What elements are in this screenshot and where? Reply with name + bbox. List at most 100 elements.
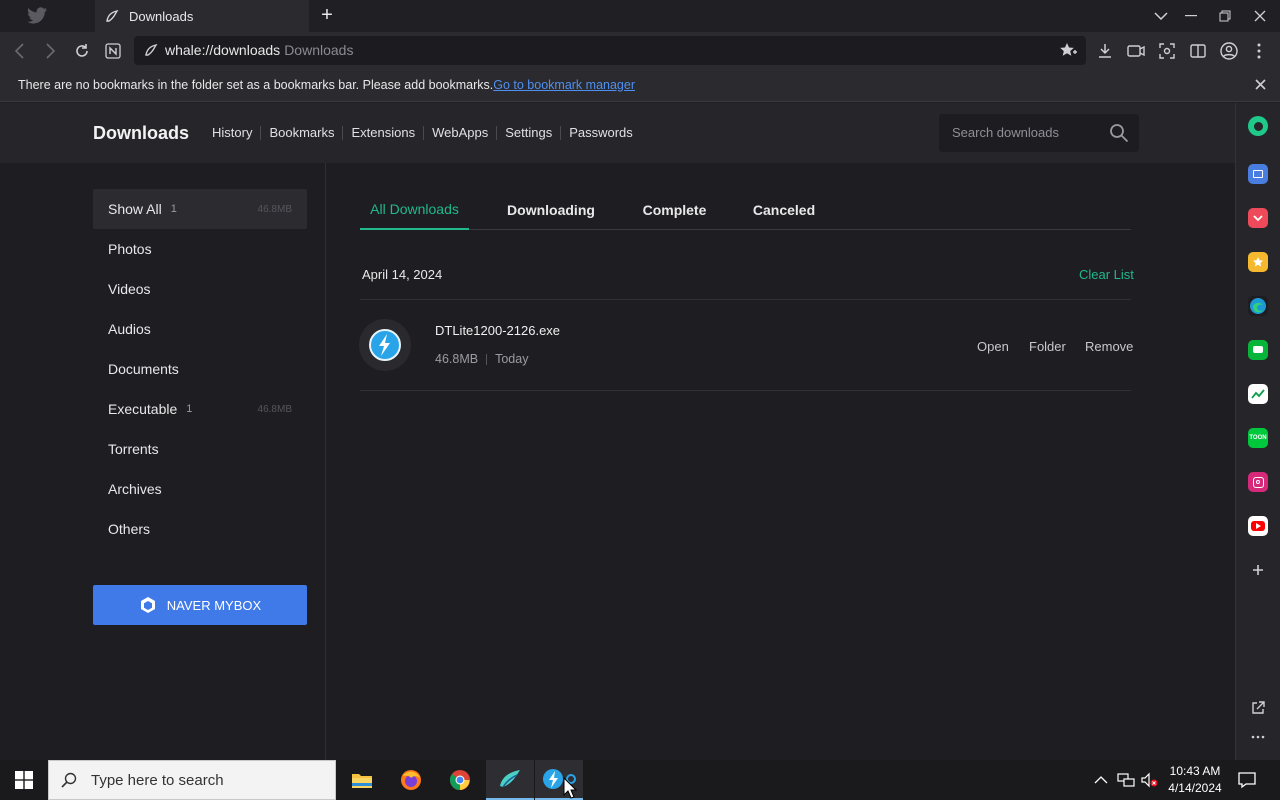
sidebar-item-label: Show All [108, 201, 162, 217]
pocket-app-icon[interactable] [1248, 208, 1268, 228]
tab-all-downloads[interactable]: All Downloads [360, 189, 469, 230]
sidebar-item-executable[interactable]: Executable 1 46.8MB [93, 389, 307, 429]
split-view-icon[interactable] [1187, 40, 1209, 62]
external-link-icon[interactable] [1248, 698, 1268, 718]
bookmark-star-icon[interactable] [1060, 42, 1078, 63]
taskbar-search-placeholder: Type here to search [91, 771, 224, 789]
tab-canceled[interactable]: Canceled [716, 189, 852, 230]
right-sidebar: TOON [1235, 103, 1280, 760]
webtoon-app-icon[interactable]: TOON [1248, 428, 1268, 448]
page-title: Downloads [93, 123, 190, 143]
taskbar-search-input[interactable]: Type here to search [48, 760, 336, 800]
sidebar-item-label: Audios [108, 321, 151, 337]
back-button[interactable] [8, 40, 30, 62]
bookmark-manager-link[interactable]: Go to bookmark manager [493, 78, 635, 92]
profile-icon[interactable] [1218, 40, 1240, 62]
nav-passwords[interactable]: Passwords [561, 126, 641, 140]
star-app-icon[interactable] [1248, 252, 1268, 272]
tab-complete[interactable]: Complete [633, 189, 716, 230]
daemon-tools-icon[interactable] [359, 319, 411, 371]
tab-twitter[interactable] [0, 0, 94, 32]
tab-list-chevron-icon[interactable] [1144, 0, 1178, 32]
start-button[interactable] [0, 760, 48, 800]
search-input[interactable]: Search downloads [939, 114, 1139, 152]
downloads-page: Downloads History Bookmarks Extensions W… [0, 103, 1235, 760]
sidebar-item-count: 1 [186, 403, 193, 415]
nav-webapps[interactable]: WebApps [424, 126, 498, 140]
sidebar-item-documents[interactable]: Documents [93, 349, 307, 389]
nav-settings[interactable]: Settings [497, 126, 562, 140]
sidebar-item-photos[interactable]: Photos [93, 229, 307, 269]
restore-button[interactable] [1208, 0, 1242, 32]
bookmarks-message: There are no bookmarks in the folder set… [18, 78, 635, 92]
forward-button[interactable] [40, 40, 62, 62]
windows-logo-icon [15, 771, 33, 789]
sidebar-item-label: Executable [108, 401, 178, 417]
divider [360, 390, 1131, 391]
instagram-app-icon[interactable] [1248, 472, 1268, 492]
naver-mybox-button[interactable]: NAVER MYBOX [93, 585, 307, 625]
firefox-icon[interactable] [387, 760, 435, 800]
chart-app-icon[interactable] [1248, 384, 1268, 404]
sidebar-item-others[interactable]: Others [93, 509, 307, 549]
sidebar-item-label: Documents [108, 361, 179, 377]
open-button[interactable]: Open [977, 339, 1009, 354]
file-explorer-icon[interactable] [338, 760, 386, 800]
youtube-app-icon[interactable] [1248, 516, 1268, 536]
top-nav: History Bookmarks Extensions WebApps Set… [212, 126, 641, 140]
nav-history[interactable]: History [212, 126, 262, 140]
page-header: Downloads History Bookmarks Extensions W… [0, 103, 1235, 163]
nav-extensions[interactable]: Extensions [343, 126, 425, 140]
network-icon[interactable] [1117, 760, 1135, 800]
screen-capture-icon[interactable] [1156, 40, 1178, 62]
more-horizontal-icon[interactable] [1248, 727, 1268, 747]
downloads-icon[interactable] [1094, 40, 1116, 62]
sidebar-item-audios[interactable]: Audios [93, 309, 307, 349]
download-file-name[interactable]: DTLite1200-2126.exe [435, 323, 560, 338]
sidebar-item-count: 1 [170, 203, 177, 215]
search-icon[interactable] [1109, 123, 1129, 148]
system-clock[interactable]: 10:43 AM 4/14/2024 [1160, 763, 1230, 797]
clear-list-button[interactable]: Clear List [1079, 267, 1134, 282]
whale-icon[interactable] [486, 760, 534, 800]
search-icon [61, 772, 77, 788]
minimize-button[interactable] [1174, 0, 1208, 32]
sidebar-item-torrents[interactable]: Torrents [93, 429, 307, 469]
remove-button[interactable]: Remove [1085, 339, 1133, 354]
sidebar-item-label: Torrents [108, 441, 159, 457]
sidebar-item-label: Photos [108, 241, 152, 257]
bookmarks-bar: There are no bookmarks in the folder set… [0, 70, 1280, 102]
naver-line-app-icon[interactable] [1248, 340, 1268, 360]
edge-app-icon[interactable] [1248, 296, 1268, 316]
chrome-icon[interactable] [436, 760, 484, 800]
tab-downloading[interactable]: Downloading [469, 189, 633, 230]
sidebar-item-size: 46.8MB [257, 203, 292, 215]
nav-bookmarks[interactable]: Bookmarks [261, 126, 344, 140]
add-app-icon[interactable] [1248, 560, 1268, 580]
notification-center-icon[interactable] [1238, 760, 1256, 800]
tab-downloads[interactable]: Downloads [95, 0, 309, 32]
close-icon[interactable] [1255, 77, 1266, 94]
volume-muted-icon[interactable] [1141, 760, 1159, 800]
pip-icon[interactable] [1125, 40, 1147, 62]
download-time: Today [495, 352, 529, 366]
wallet-app-icon[interactable] [1248, 164, 1268, 184]
naver-home-button[interactable] [102, 40, 124, 62]
sidebar-item-show-all[interactable]: Show All 1 46.8MB [93, 189, 307, 229]
url-text: whale://downloads [165, 42, 281, 58]
sidebar-item-archives[interactable]: Archives [93, 469, 307, 509]
menu-kebab-icon[interactable] [1248, 40, 1270, 62]
close-window-button[interactable] [1243, 0, 1277, 32]
tab-bar: Downloads + [0, 0, 1280, 32]
show-hidden-icons-chevron-icon[interactable] [1094, 760, 1108, 800]
reload-button[interactable] [71, 40, 93, 62]
green-circle-app-icon[interactable] [1248, 116, 1268, 136]
whale-page-icon [144, 43, 158, 62]
address-bar[interactable]: whale://downloads Downloads [134, 36, 1086, 65]
mybox-cube-icon [140, 597, 155, 613]
new-tab-button[interactable]: + [316, 5, 338, 26]
divider [360, 299, 1131, 300]
sidebar-item-label: Videos [108, 281, 151, 297]
folder-button[interactable]: Folder [1029, 339, 1066, 354]
sidebar-item-videos[interactable]: Videos [93, 269, 307, 309]
